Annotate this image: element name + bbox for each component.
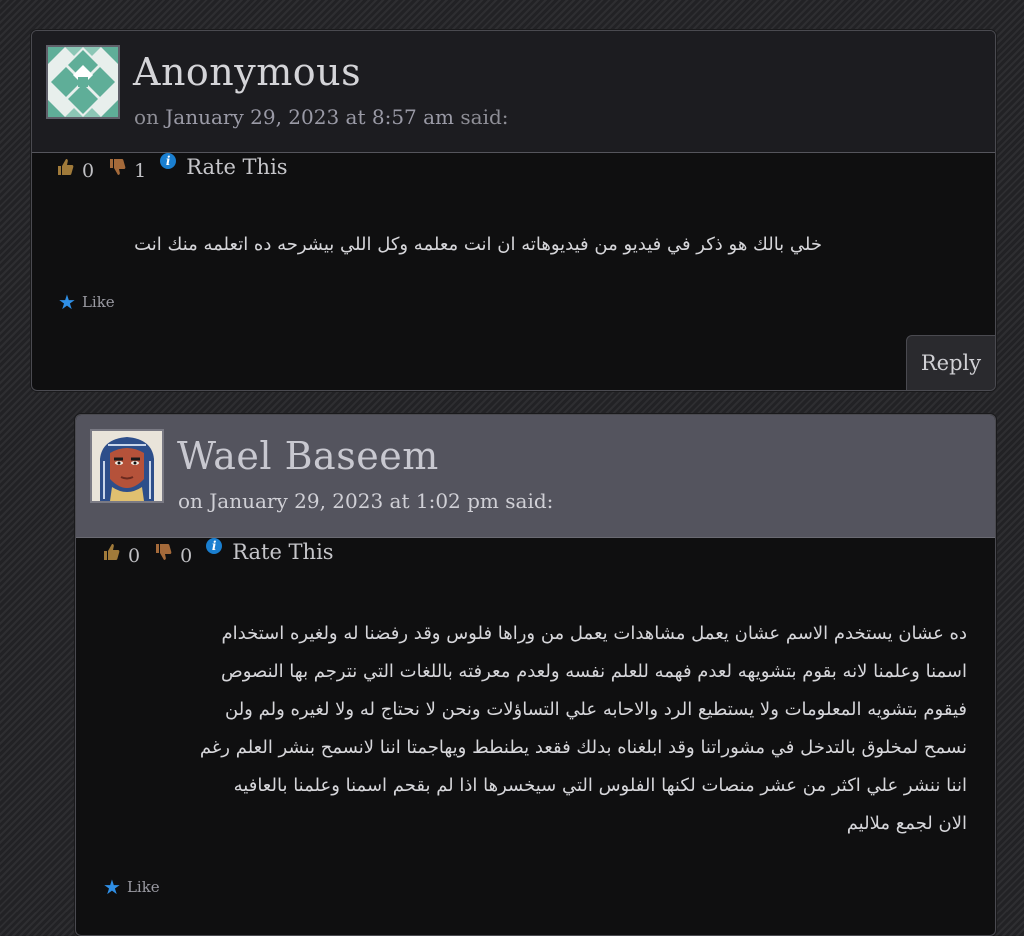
reply-button[interactable]: Reply [906,335,995,390]
meta-suffix: said: [505,489,554,513]
comment-body-line: ده عشان يستخدم الاسم عشان يعمل مشاهدات ي… [221,623,967,644]
thumbs-down-count: 1 [134,160,147,182]
comment-author[interactable]: Anonymous [133,50,361,94]
thumbs-up-count: 0 [128,545,141,567]
meta-prefix: on [178,489,203,513]
rate-this-label[interactable]: Rate This [186,155,287,179]
comment-author[interactable]: Wael Baseem [177,434,439,478]
comment-card-reply: Wael Baseem on January 29, 2023 at 1:02 … [75,414,996,936]
comment-meta: on January 29, 2023 at 8:57 am said: [134,105,509,129]
like-button[interactable]: ★ Like [103,875,160,899]
info-icon[interactable]: i [206,538,223,554]
comment-body-line: اننا ننشر علي اكثر من عشر منصات لكنها ال… [233,775,967,796]
avatar[interactable] [90,429,164,503]
comment-body-line: فيقوم بتشويه المعلومات ولا يستطيع الرد و… [225,699,967,720]
comment-date-link[interactable]: January 29, 2023 at 8:57 am [165,105,454,129]
identicon-avatar-icon [48,47,118,117]
comment-body: خلي بالك هو ذكر في فيديو من فيديوهاته ان… [134,234,822,255]
thumbs-up-count: 0 [82,160,95,182]
like-label: Like [81,293,115,311]
thumbs-up-icon[interactable] [102,543,120,561]
thumbs-down-count: 0 [180,545,193,567]
meta-suffix: said: [460,105,509,129]
thumbs-down-icon[interactable] [108,158,126,176]
star-icon: ★ [103,875,121,899]
comment-body-line: نسمح لمخلوق بالتدخل في مشوراتنا وقد ابلغ… [199,737,967,758]
like-button[interactable]: ★ Like [58,290,115,314]
comment-body-line: اسمنا وعلمنا لانه بقوم بتشويهه لعدم فهمه… [220,661,967,682]
comment-body: ده عشان يستخدم الاسم عشان يعمل مشاهدات ي… [87,615,967,843]
rate-this-label[interactable]: Rate This [232,540,333,564]
comment-date-link[interactable]: January 29, 2023 at 1:02 pm [209,489,499,513]
comment-body-line: الان لجمع ملاليم [846,813,967,834]
comment-header: Anonymous on January 29, 2023 at 8:57 am… [32,31,995,153]
star-icon: ★ [58,290,76,314]
thumbs-up-icon[interactable] [56,158,74,176]
rating-bar: 0 0 i Rate This [102,538,334,567]
info-icon[interactable]: i [160,153,177,169]
rating-bar: 0 1 i Rate This [56,153,288,182]
comment-header: Wael Baseem on January 29, 2023 at 1:02 … [76,415,995,538]
comment-meta: on January 29, 2023 at 1:02 pm said: [178,489,553,513]
comment-card: Anonymous on January 29, 2023 at 8:57 am… [31,30,996,391]
meta-prefix: on [134,105,159,129]
avatar[interactable] [46,45,120,119]
like-label: Like [126,878,160,896]
pharaoh-mask-avatar-icon [92,431,162,501]
thumbs-down-icon[interactable] [154,543,172,561]
